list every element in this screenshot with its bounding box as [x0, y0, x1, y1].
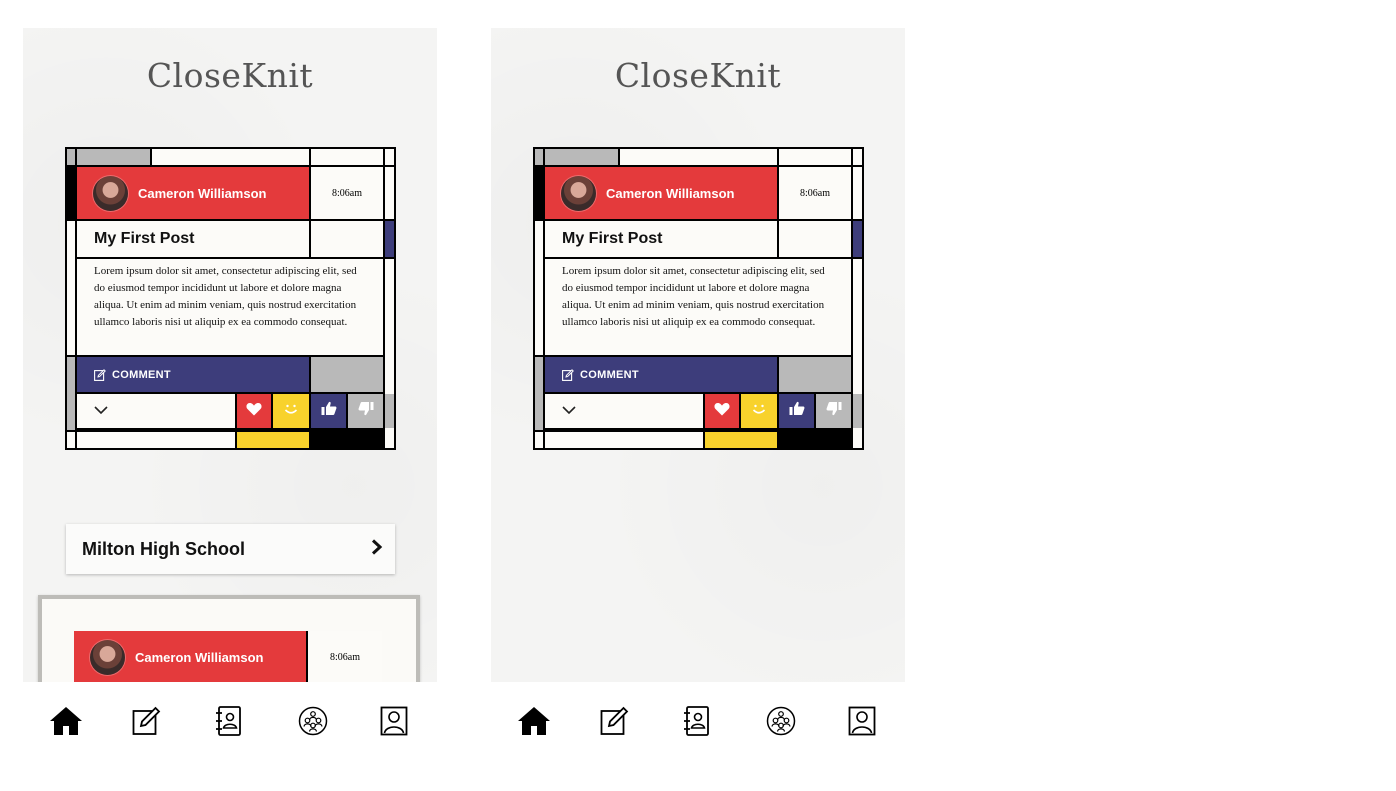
comment-button[interactable]: COMMENT: [545, 357, 777, 392]
chevron-down-icon: [562, 402, 576, 420]
thumbs-down-icon: [826, 401, 842, 421]
thumbs-up-icon: [789, 401, 805, 421]
app-title: CloseKnit: [614, 56, 782, 95]
avatar: [93, 175, 128, 211]
edit-icon: [94, 368, 106, 381]
react-heart-button[interactable]: [237, 394, 271, 428]
expand-button[interactable]: [77, 394, 235, 428]
nav-home[interactable]: [49, 706, 83, 740]
nav-profile[interactable]: [845, 706, 879, 740]
nav-compose[interactable]: [130, 706, 164, 740]
edit-icon: [562, 368, 574, 381]
author-name: Cameron Williamson: [138, 185, 267, 201]
chevron-right-icon: [371, 538, 383, 560]
avatar: [561, 175, 596, 211]
contacts-icon: [682, 705, 710, 741]
post-time: 8:06am: [779, 167, 851, 219]
react-heart-button[interactable]: [705, 394, 739, 428]
react-thumbs-down-button[interactable]: [348, 394, 383, 428]
nav-groups[interactable]: [296, 706, 330, 740]
post-time: 8:06am: [311, 167, 383, 219]
bottom-nav-right: [491, 682, 905, 762]
author-name: Cameron Williamson: [135, 649, 264, 665]
post-card: Cameron Williamson 8:06am My First Post …: [533, 147, 864, 450]
nav-profile[interactable]: [377, 706, 411, 740]
home-icon: [517, 706, 551, 741]
avatar: [90, 639, 125, 675]
app-title: CloseKnit: [146, 56, 314, 95]
heart-icon: [714, 402, 730, 421]
post-body: Lorem ipsum dolor sit amet, consectetur …: [545, 259, 851, 355]
compose-icon: [132, 706, 162, 741]
groups-icon: [298, 706, 328, 741]
post-title: My First Post: [77, 221, 309, 257]
thumbs-up-icon: [321, 401, 337, 421]
nav-contacts[interactable]: [211, 705, 245, 741]
react-thumbs-up-button[interactable]: [311, 394, 346, 428]
heart-icon: [246, 402, 262, 421]
nav-groups[interactable]: [764, 706, 798, 740]
react-thumbs-up-button[interactable]: [779, 394, 814, 428]
contacts-icon: [214, 705, 242, 741]
post-author[interactable]: Cameron Williamson: [545, 167, 777, 219]
home-icon: [49, 706, 83, 741]
group-row[interactable]: Milton High School: [66, 524, 395, 574]
nav-compose[interactable]: [598, 706, 632, 740]
react-thumbs-down-button[interactable]: [816, 394, 851, 428]
author-name: Cameron Williamson: [606, 185, 735, 201]
home-screen-right: CloseKnit Cameron Williamson 8:06am My F…: [491, 28, 905, 682]
preview-card: Cameron Williamson 8:06am: [74, 631, 382, 682]
post-author[interactable]: Cameron Williamson: [77, 167, 309, 219]
thumbs-down-icon: [358, 401, 374, 421]
post-card: Cameron Williamson 8:06am My First Post …: [65, 147, 396, 450]
post-title: My First Post: [545, 221, 777, 257]
group-name: Milton High School: [82, 538, 245, 559]
post-body: Lorem ipsum dolor sit amet, consectetur …: [77, 259, 383, 355]
chevron-down-icon: [94, 402, 108, 420]
profile-icon: [848, 706, 876, 741]
comment-button[interactable]: COMMENT: [77, 357, 309, 392]
react-smile-button[interactable]: [273, 394, 309, 428]
compose-icon: [600, 706, 630, 741]
smile-icon: [751, 402, 767, 421]
home-screen-left: CloseKnit Cameron Williamson 8:06am My F…: [23, 28, 437, 682]
expand-button[interactable]: [545, 394, 703, 428]
group-post-preview[interactable]: Cameron Williamson 8:06am: [38, 595, 420, 682]
react-smile-button[interactable]: [741, 394, 777, 428]
preview-time: 8:06am: [308, 631, 382, 682]
nav-contacts[interactable]: [679, 705, 713, 741]
nav-home[interactable]: [517, 706, 551, 740]
comment-label: COMMENT: [112, 368, 171, 381]
comment-label: COMMENT: [580, 368, 639, 381]
smile-icon: [283, 402, 299, 421]
groups-icon: [766, 706, 796, 741]
profile-icon: [380, 706, 408, 741]
bottom-nav-left: [23, 682, 437, 762]
preview-author: Cameron Williamson: [74, 631, 306, 682]
